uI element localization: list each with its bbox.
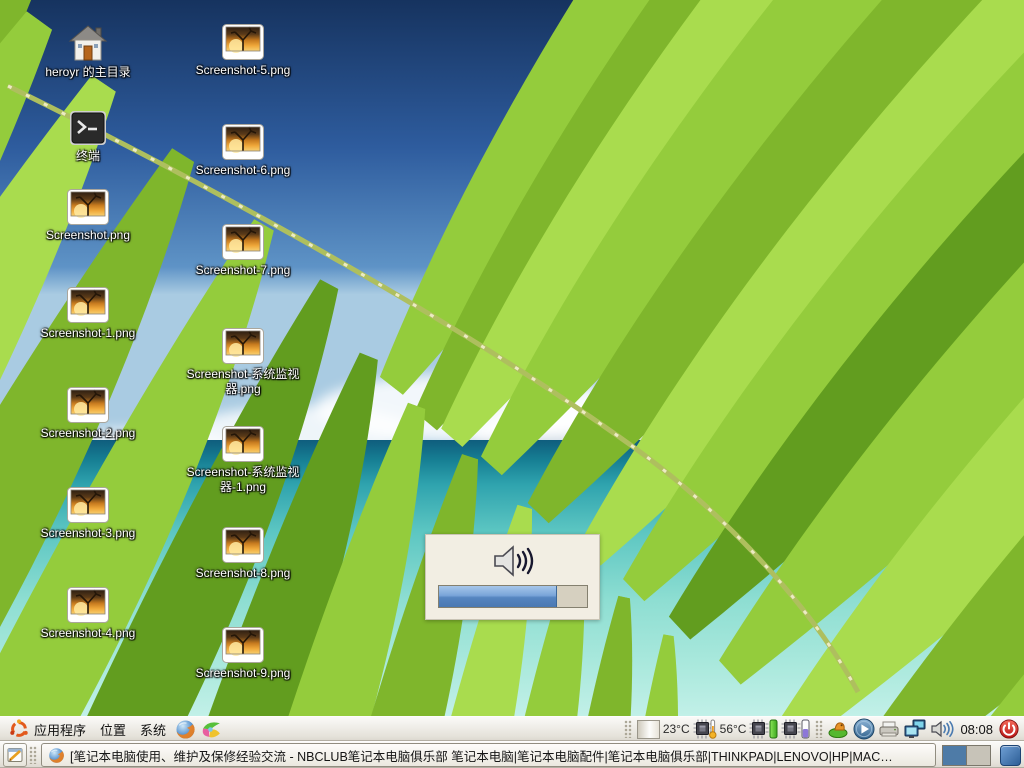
desktop-icon-screenshot-7[interactable]: Screenshot-7.png: [168, 224, 318, 278]
volume-progressbar: [438, 585, 588, 608]
icon-label: Screenshot-7.png: [196, 263, 291, 278]
image-thumbnail-icon: [67, 487, 109, 523]
graphics-app-launcher[interactable]: [198, 718, 225, 741]
cpu-chip-icon: [749, 719, 769, 739]
taskbar-window-button[interactable]: [笔记本电脑使用、维护及保修经验交流 - NBCLUB笔记本电脑俱乐部 笔记本电…: [41, 743, 936, 767]
desktop-area[interactable]: heroyr 的主目录 终端 Screenshot.png Screenshot…: [0, 0, 1024, 717]
window-list-drag-handle[interactable]: [29, 746, 37, 764]
applications-menu[interactable]: 应用程序: [2, 718, 93, 741]
system-menu-label: 系统: [140, 720, 166, 739]
image-thumbnail-icon: [222, 328, 264, 364]
firefox-icon: [48, 747, 65, 764]
ambient-temperature: 23°C: [663, 722, 690, 736]
show-desktop-icon: [7, 747, 23, 763]
window-title: [笔记本电脑使用、维护及保修经验交流 - NBCLUB笔记本电脑俱乐部 笔记本电…: [70, 746, 893, 765]
image-thumbnail-icon: [222, 224, 264, 260]
icon-label: Screenshot-2.png: [41, 426, 136, 441]
gnome-desktop-screen: heroyr 的主目录 终端 Screenshot.png Screenshot…: [0, 0, 1024, 768]
shutdown-power-button[interactable]: [999, 719, 1019, 739]
icon-label: Screenshot-3.png: [41, 526, 136, 541]
icon-label: Screenshot-系统监视器-1.png: [175, 465, 311, 495]
places-menu[interactable]: 位置: [93, 718, 133, 741]
desktop-icon-screenshot-sysmonitor[interactable]: Screenshot-系统监视器.png: [168, 328, 318, 397]
desktop-icon-screenshot-sysmonitor-1[interactable]: Screenshot-系统监视器-1.png: [168, 426, 318, 495]
cpu-temperature: 56°C: [720, 722, 747, 736]
workspace-1-active[interactable]: [943, 746, 966, 765]
image-thumbnail-icon: [222, 627, 264, 663]
workspace-switcher: [942, 745, 991, 766]
colorful-swirl-icon: [200, 719, 223, 740]
panel-corner-applet-icon[interactable]: [1000, 745, 1021, 766]
desktop-icon-screenshot-1[interactable]: Screenshot-1.png: [13, 287, 163, 341]
image-thumbnail-icon: [67, 387, 109, 423]
cpu-load-applet[interactable]: [749, 719, 778, 739]
sensor-graph-applet[interactable]: [637, 720, 660, 739]
desktop-icon-screenshot-2[interactable]: Screenshot-2.png: [13, 387, 163, 441]
workspace-2[interactable]: [966, 746, 990, 765]
desktop-icon-screenshot-5[interactable]: Screenshot-5.png: [168, 24, 318, 78]
desktop-icon-terminal[interactable]: 终端: [13, 110, 163, 164]
firefox-icon: [175, 719, 196, 740]
applet-drag-handle[interactable]: [624, 720, 632, 738]
icon-label: Screenshot-6.png: [196, 163, 291, 178]
memory-applet[interactable]: [781, 719, 810, 739]
icon-label: Screenshot-系统监视器.png: [175, 367, 311, 397]
image-thumbnail-icon: [67, 587, 109, 623]
icon-label: Screenshot-9.png: [196, 666, 291, 681]
volume-tray-icon[interactable]: [930, 720, 954, 738]
icon-label: heroyr 的主目录: [45, 65, 130, 80]
icon-label: Screenshot.png: [46, 228, 130, 243]
applications-menu-label: 应用程序: [34, 720, 86, 739]
media-play-button[interactable]: [853, 718, 875, 740]
icon-label: Screenshot-5.png: [196, 63, 291, 78]
clock-applet[interactable]: 08:08: [960, 722, 993, 737]
image-thumbnail-icon: [67, 189, 109, 225]
places-menu-label: 位置: [100, 720, 126, 739]
image-thumbnail-icon: [222, 426, 264, 462]
ubuntu-logo-icon: [9, 719, 29, 739]
desktop-icon-screenshot-6[interactable]: Screenshot-6.png: [168, 124, 318, 178]
desktop-icon-screenshot-8[interactable]: Screenshot-8.png: [168, 527, 318, 581]
cpu-chip-icon: [781, 719, 801, 739]
desktop-icon-screenshot[interactable]: Screenshot.png: [13, 189, 163, 243]
top-menu-panel: 应用程序 位置 系统 23°C 56°C: [0, 716, 1024, 741]
desktop-icon-screenshot-3[interactable]: Screenshot-3.png: [13, 487, 163, 541]
icon-label: Screenshot-4.png: [41, 626, 136, 641]
image-thumbnail-icon: [222, 527, 264, 563]
system-menu[interactable]: 系统: [133, 718, 173, 741]
speaker-icon: [491, 544, 535, 578]
image-thumbnail-icon: [67, 287, 109, 323]
volume-osd: [425, 534, 600, 620]
icon-label: Screenshot-8.png: [196, 566, 291, 581]
show-desktop-button[interactable]: [3, 743, 27, 767]
bottom-taskbar-panel: [笔记本电脑使用、维护及保修经验交流 - NBCLUB笔记本电脑俱乐部 笔记本电…: [0, 741, 1024, 768]
desktop-icon-screenshot-9[interactable]: Screenshot-9.png: [168, 627, 318, 681]
browser-launcher[interactable]: [173, 718, 198, 741]
printer-icon[interactable]: [878, 720, 900, 738]
purple-level-bar-icon: [801, 719, 810, 739]
thermometer-icon: [709, 719, 717, 739]
cpu-thermometer-applet[interactable]: [693, 719, 717, 739]
terminal-icon: [69, 110, 107, 146]
applet-drag-handle[interactable]: [815, 720, 823, 738]
icon-label: Screenshot-1.png: [41, 326, 136, 341]
mascot-tray-icon[interactable]: [828, 720, 850, 738]
icon-label: 终端: [76, 149, 100, 164]
volume-progress-fill: [439, 586, 557, 607]
desktop-icon-screenshot-4[interactable]: Screenshot-4.png: [13, 587, 163, 641]
image-thumbnail-icon: [222, 24, 264, 60]
green-level-bar-icon: [769, 719, 778, 739]
network-computers-icon[interactable]: [903, 719, 927, 739]
desktop-icon-home[interactable]: heroyr 的主目录: [13, 24, 163, 80]
home-icon: [68, 24, 108, 62]
system-tray: 23°C 56°C 08:08: [622, 718, 1022, 740]
image-thumbnail-icon: [222, 124, 264, 160]
